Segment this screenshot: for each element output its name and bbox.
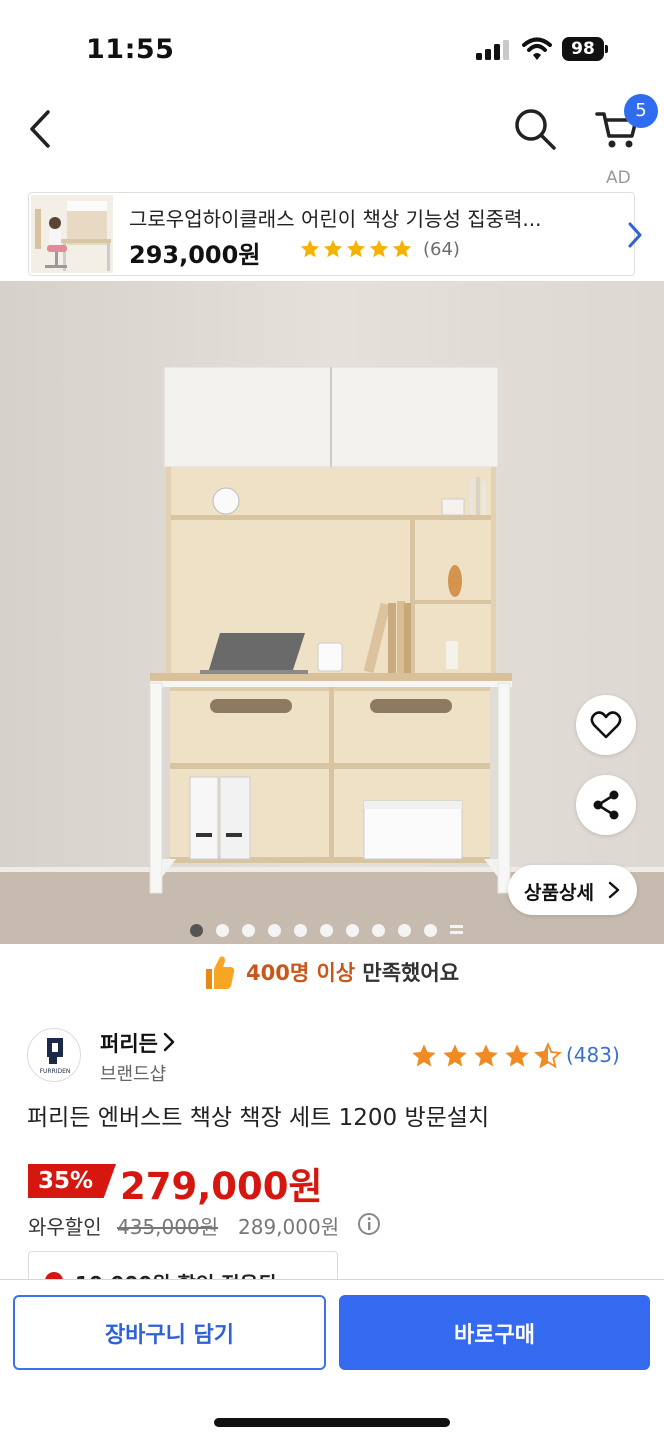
- carousel-dot-active[interactable]: [190, 924, 203, 937]
- battery-level: 98: [562, 37, 604, 61]
- ad-rating-stars: [299, 238, 413, 260]
- product-image-carousel[interactable]: 상품상세: [0, 281, 664, 944]
- home-indicator[interactable]: [214, 1418, 450, 1427]
- star-icon: [443, 1044, 467, 1067]
- ad-title: 그로우업하이클래스 어린이 책상 기능성 집중력...: [129, 207, 542, 231]
- ad-label: AD: [606, 168, 631, 188]
- sale-price: 279,000원: [120, 1165, 323, 1208]
- star-icon: [323, 239, 343, 258]
- product-title: 퍼리든 엔버스트 책상 책장 세트 1200 방문설치: [27, 1105, 490, 1131]
- back-icon[interactable]: [22, 108, 62, 150]
- carousel-dot[interactable]: [242, 924, 255, 937]
- status-time: 11:55: [86, 34, 175, 65]
- brand-shop-label: 브랜드샵: [100, 1064, 167, 1085]
- carousel-dot[interactable]: [216, 924, 229, 937]
- star-icon: [392, 239, 412, 258]
- wifi-icon: [522, 37, 552, 60]
- ad-banner[interactable]: 그로우업하이클래스 어린이 책상 기능성 집중력... 293,000원 (64…: [28, 192, 642, 276]
- battery-indicator: 98: [562, 37, 608, 61]
- half-star-icon: [534, 1042, 562, 1069]
- cart-count-badge: 5: [624, 94, 658, 128]
- star-icon: [300, 239, 320, 258]
- wow-discount-label: 와우할인: [28, 1215, 102, 1239]
- share-icon: [593, 790, 619, 820]
- heart-icon: [590, 711, 622, 739]
- carousel-dot[interactable]: [372, 924, 385, 937]
- review-count-link[interactable]: (483): [566, 1043, 620, 1067]
- status-bar: 11:55 98: [0, 0, 664, 96]
- ad-price: 293,000원: [129, 241, 261, 269]
- product-photo: [0, 281, 664, 944]
- original-price: 435,000원: [117, 1215, 219, 1239]
- ad-review-count: (64): [423, 239, 460, 260]
- carousel-dot[interactable]: [294, 924, 307, 937]
- product-detail-button[interactable]: 상품상세: [508, 865, 637, 915]
- brand-logo[interactable]: FURRIDEN: [27, 1028, 81, 1082]
- brand-name-link[interactable]: 퍼리든: [100, 1028, 158, 1058]
- chevron-right-icon: [608, 881, 620, 899]
- star-icon: [505, 1044, 529, 1067]
- more-images-icon[interactable]: [450, 924, 463, 937]
- ad-product-thumbnail: [31, 195, 113, 273]
- carousel-dot[interactable]: [268, 924, 281, 937]
- carousel-dot[interactable]: [320, 924, 333, 937]
- star-icon: [412, 1044, 436, 1067]
- bottom-action-bar: 장바구니 담기 바로구매: [0, 1279, 664, 1440]
- product-rating-stars[interactable]: [410, 1042, 562, 1070]
- info-icon[interactable]: [357, 1212, 381, 1236]
- battery-cap: [605, 45, 608, 53]
- carousel-dot[interactable]: [424, 924, 437, 937]
- discount-rate-badge: 35%: [28, 1164, 116, 1198]
- chevron-right-icon[interactable]: [163, 1032, 175, 1052]
- favorite-button[interactable]: [576, 695, 636, 755]
- satisfaction-banner: 400명 이상 만족했어요: [200, 952, 459, 992]
- share-button[interactable]: [576, 775, 636, 835]
- wow-discount-price: 289,000원: [238, 1215, 340, 1239]
- thumbs-up-icon: [206, 956, 235, 989]
- star-icon: [474, 1044, 498, 1067]
- star-icon: [369, 239, 389, 258]
- satisfaction-text: 400명 이상 만족했어요: [246, 957, 459, 987]
- signal-icon: [476, 40, 509, 60]
- satisfaction-suffix: 만족했어요: [355, 961, 460, 985]
- carousel-dot[interactable]: [346, 924, 359, 937]
- brand-logo-text: FURRIDEN: [40, 1068, 71, 1075]
- search-icon[interactable]: [512, 106, 558, 152]
- chevron-right-icon: [628, 222, 642, 248]
- product-detail-label: 상품상세: [524, 882, 594, 904]
- add-to-cart-button[interactable]: 장바구니 담기: [13, 1295, 326, 1370]
- carousel-dot[interactable]: [398, 924, 411, 937]
- satisfaction-highlight: 400명 이상: [246, 961, 356, 985]
- buy-now-button[interactable]: 바로구매: [339, 1295, 650, 1370]
- star-icon: [346, 239, 366, 258]
- carousel-page-indicator: [190, 924, 463, 937]
